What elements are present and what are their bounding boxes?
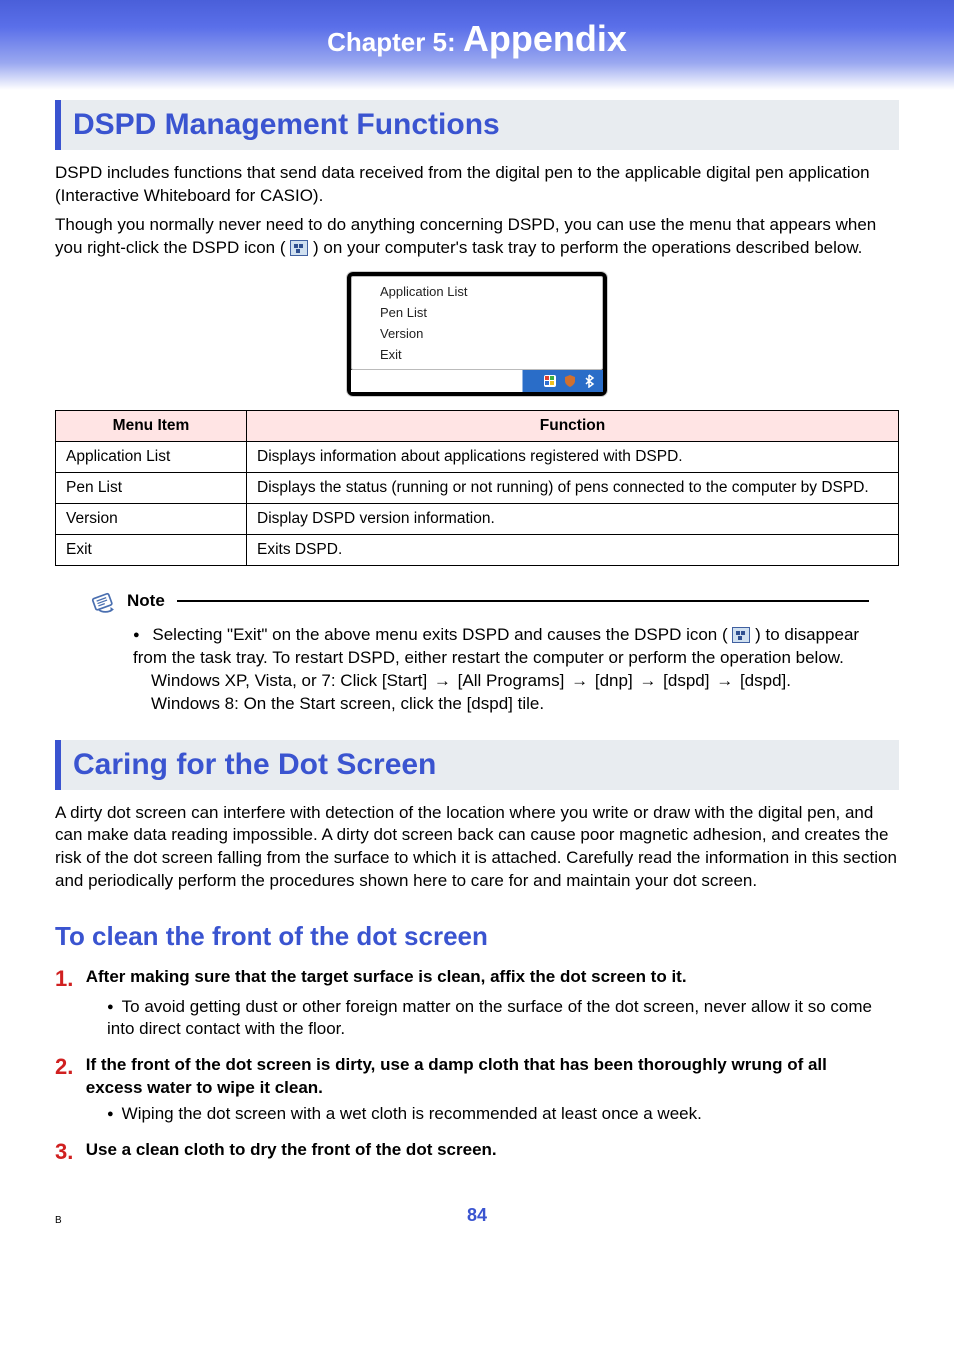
context-menu-screenshot: Application List Pen List Version Exit: [347, 272, 607, 396]
step-heading: Use a clean cloth to dry the front of th…: [86, 1139, 886, 1161]
paragraph: A dirty dot screen can interfere with de…: [55, 802, 899, 894]
arrow-icon: →: [434, 670, 451, 693]
page-content: DSPD Management Functions DSPD includes …: [0, 100, 954, 1165]
flag-icon: [543, 374, 557, 388]
step-number: 3.: [55, 1139, 81, 1165]
subsection-title: To clean the front of the dot screen: [55, 921, 899, 952]
text-run: ) on your computer's task tray to perfor…: [313, 238, 862, 257]
step-heading: If the front of the dot screen is dirty,…: [86, 1054, 886, 1098]
cell-func: Display DSPD version information.: [247, 503, 899, 534]
cell-func: Exits DSPD.: [247, 534, 899, 565]
arrow-icon: →: [639, 670, 656, 693]
menu-item-exit[interactable]: Exit: [352, 344, 602, 365]
table-row: Pen List Displays the status (running or…: [56, 472, 899, 503]
note-win8-line: Windows 8: On the Start screen, click th…: [151, 693, 869, 716]
note-label: Note: [127, 591, 165, 611]
cell-item: Exit: [56, 534, 247, 565]
cell-func: Displays information about applications …: [247, 441, 899, 472]
task-tray: [351, 370, 603, 392]
text-run: [dnp]: [595, 671, 633, 690]
note-block: Note Selecting "Exit" on the above menu …: [85, 584, 869, 716]
col-header-function: Function: [247, 410, 899, 441]
step-body: To avoid getting dust or other foreign m…: [107, 996, 899, 1040]
note-icon: [85, 584, 119, 618]
step-number: 1.: [55, 966, 81, 992]
section-title: Caring for the Dot Screen: [73, 748, 887, 782]
menu-item-application-list[interactable]: Application List: [352, 281, 602, 302]
arrow-icon: →: [571, 670, 588, 693]
text-run: [dspd].: [740, 671, 791, 690]
section-header-dspd: DSPD Management Functions: [55, 100, 899, 150]
note-bullet: Selecting "Exit" on the above menu exits…: [133, 624, 869, 670]
arrow-icon: →: [716, 670, 733, 693]
step-2: 2. If the front of the dot screen is dir…: [55, 1054, 899, 1124]
col-header-menu-item: Menu Item: [56, 410, 247, 441]
step-heading: After making sure that the target surfac…: [86, 966, 886, 988]
menu-item-version[interactable]: Version: [352, 323, 602, 344]
note-rule: [177, 600, 869, 602]
section-title: DSPD Management Functions: [73, 108, 887, 142]
text-run: [dspd]: [663, 671, 709, 690]
cell-item: Application List: [56, 441, 247, 472]
note-nav-line: Windows XP, Vista, or 7: Click [Start] →…: [151, 670, 869, 693]
step-3: 3. Use a clean cloth to dry the front of…: [55, 1139, 899, 1165]
step-body: Wiping the dot screen with a wet cloth i…: [107, 1103, 899, 1125]
text-run: [All Programs]: [458, 671, 565, 690]
step-number: 2.: [55, 1054, 81, 1080]
cell-item: Pen List: [56, 472, 247, 503]
page-footer: B 84: [0, 1205, 954, 1246]
dspd-tray-icon: [290, 240, 308, 256]
page-number: 84: [467, 1205, 487, 1225]
menu-item-pen-list[interactable]: Pen List: [352, 302, 602, 323]
bluetooth-icon: [583, 374, 597, 388]
cell-item: Version: [56, 503, 247, 534]
cell-func: Displays the status (running or not runn…: [247, 472, 899, 503]
paragraph: Though you normally never need to do any…: [55, 214, 899, 260]
chapter-header: Chapter 5: Appendix: [0, 0, 954, 90]
step-1: 1. After making sure that the target sur…: [55, 966, 899, 1040]
chapter-prefix: Chapter 5:: [327, 27, 463, 57]
dspd-tray-icon: [732, 627, 750, 643]
paragraph: DSPD includes functions that send data r…: [55, 162, 899, 208]
text-run: Windows XP, Vista, or 7: Click [Start]: [151, 671, 432, 690]
text-run: Selecting "Exit" on the above menu exits…: [152, 625, 727, 644]
shield-icon: [563, 374, 577, 388]
chapter-title: Appendix: [463, 18, 627, 59]
section-header-caring: Caring for the Dot Screen: [55, 740, 899, 790]
table-row: Exit Exits DSPD.: [56, 534, 899, 565]
function-table: Menu Item Function Application List Disp…: [55, 410, 899, 566]
table-row: Version Display DSPD version information…: [56, 503, 899, 534]
footer-mark: B: [55, 1215, 62, 1226]
table-row: Application List Displays information ab…: [56, 441, 899, 472]
